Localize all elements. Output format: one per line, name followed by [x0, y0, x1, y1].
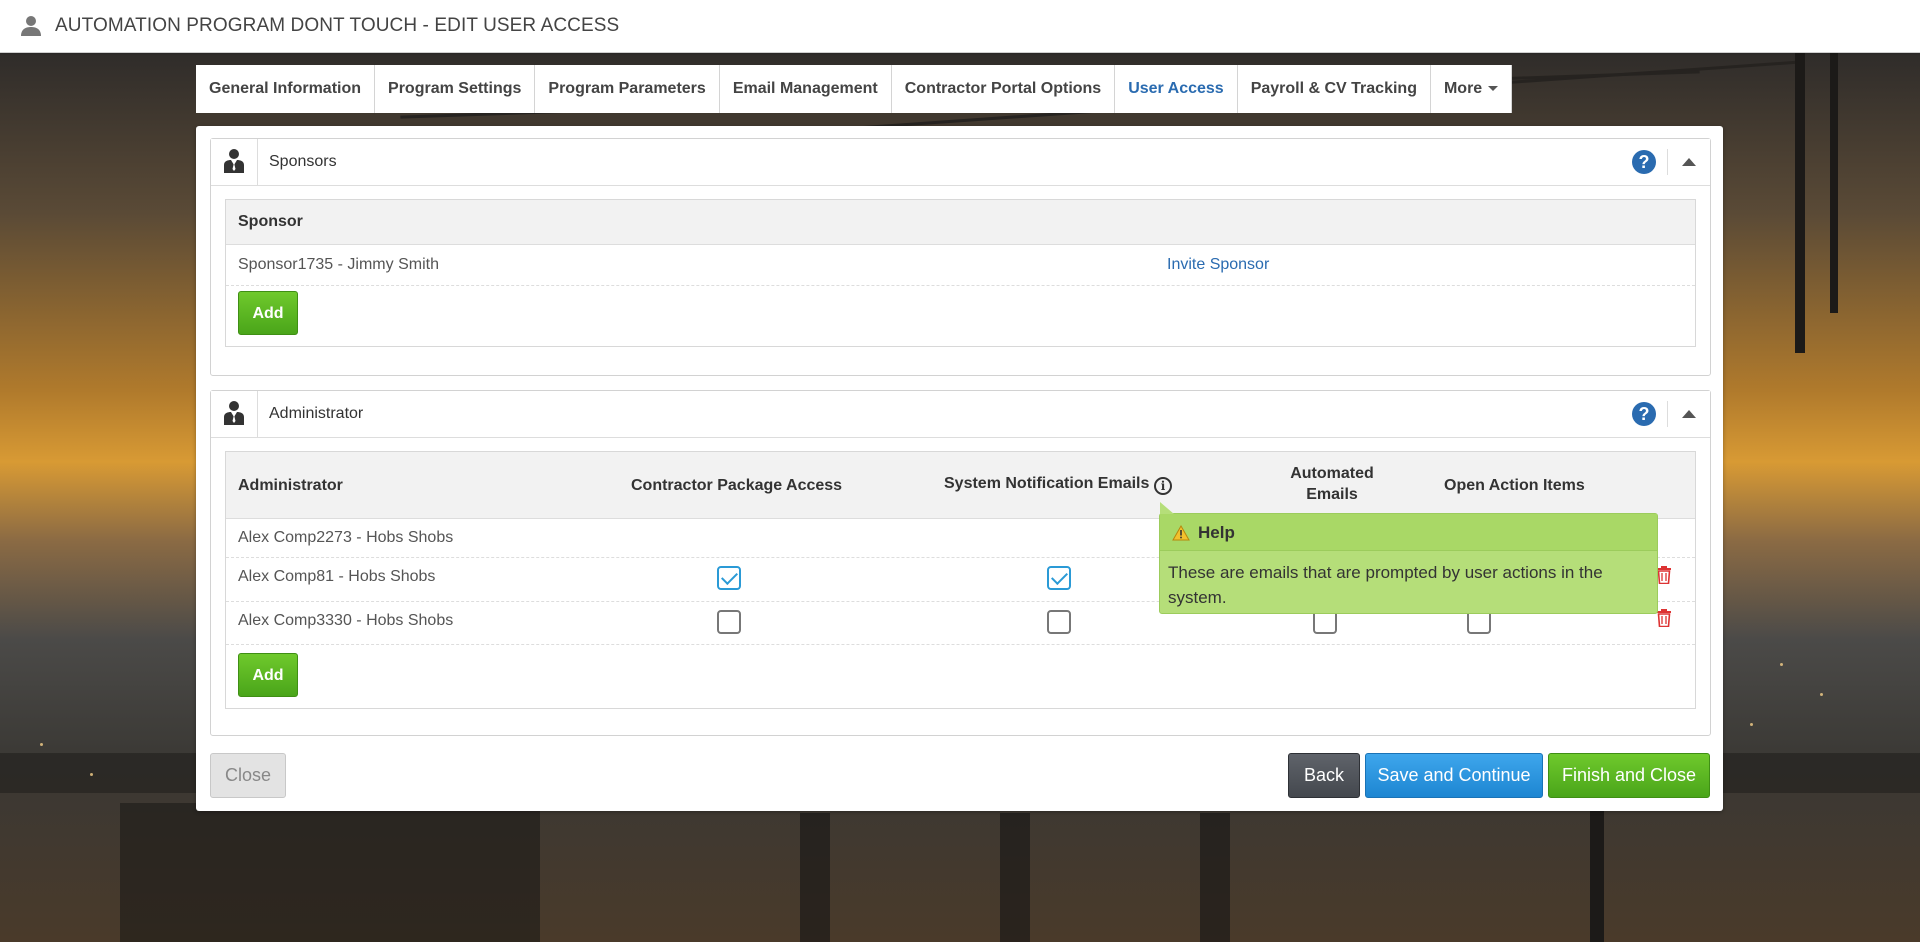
main-card: Sponsors ? Sponsor Sponsor1735 - Jimmy S… — [196, 126, 1723, 811]
tab-more-label: More — [1443, 80, 1483, 97]
tab-program-settings[interactable]: Program Settings — [375, 65, 536, 113]
column-header-sponsor: Sponsor — [238, 213, 303, 230]
sponsors-panel-title: Sponsors — [269, 153, 337, 170]
sponsor-name: Sponsor1735 - Jimmy Smith — [238, 256, 439, 273]
administrator-name: Alex Comp81 - Hobs Shobs — [238, 568, 436, 585]
column-header-open-action-items: Open Action Items — [1444, 477, 1585, 494]
user-icon — [21, 16, 41, 36]
page-title: AUTOMATION PROGRAM DONT TOUCH - EDIT USE… — [55, 15, 620, 36]
administrator-panel-header: Administrator ? — [211, 391, 1710, 438]
add-sponsor-button[interactable]: Add — [238, 291, 298, 335]
table-header: Administrator Contractor Package Access … — [226, 452, 1695, 519]
warning-icon — [1172, 525, 1190, 541]
tab-payroll-cv-tracking[interactable]: Payroll & CV Tracking — [1237, 65, 1431, 113]
trash-icon[interactable] — [1656, 566, 1672, 584]
administrator-panel-title: Administrator — [269, 405, 364, 422]
trash-icon[interactable] — [1656, 609, 1672, 627]
column-header-administrator: Administrator — [238, 477, 343, 494]
administrator-name: Alex Comp2273 - Hobs Shobs — [238, 529, 454, 546]
tab-user-access[interactable]: User Access — [1115, 65, 1238, 113]
column-header-automated-emails: Automated Emails — [1287, 465, 1377, 504]
help-tooltip: Help These are emails that are prompted … — [1159, 502, 1658, 614]
column-header-automated-line1: Automated — [1290, 465, 1374, 482]
finish-and-close-button[interactable]: Finish and Close — [1548, 753, 1710, 798]
caret-down-icon — [1488, 86, 1499, 92]
administrator-name: Alex Comp3330 - Hobs Shobs — [238, 612, 454, 629]
system-notification-emails-checkbox[interactable] — [1047, 610, 1071, 634]
contractor-package-access-checkbox[interactable] — [717, 610, 741, 634]
tab-general-information[interactable]: General Information — [196, 65, 376, 113]
tooltip-body: These are emails that are prompted by us… — [1168, 563, 1603, 607]
info-icon[interactable]: i — [1154, 477, 1172, 495]
top-header: AUTOMATION PROGRAM DONT TOUCH - EDIT USE… — [0, 0, 1920, 53]
tab-program-parameters[interactable]: Program Parameters — [535, 65, 720, 113]
table-header: Sponsor — [226, 200, 1695, 245]
tab-contractor-portal-options[interactable]: Contractor Portal Options — [891, 65, 1116, 113]
divider — [1667, 149, 1668, 175]
column-header-contractor-package-access: Contractor Package Access — [631, 477, 843, 494]
sponsors-table: Sponsor Sponsor1735 - Jimmy Smith Invite… — [225, 199, 1696, 347]
column-header-automated-line2: Emails — [1306, 486, 1358, 503]
tooltip-header: Help — [1160, 514, 1657, 551]
tab-bar: General Information Program Settings Pro… — [196, 65, 1513, 113]
back-button[interactable]: Back — [1288, 753, 1360, 798]
help-icon[interactable]: ? — [1632, 402, 1656, 426]
tab-email-management[interactable]: Email Management — [719, 65, 892, 113]
close-button[interactable]: Close — [210, 753, 286, 798]
invite-sponsor-link[interactable]: Invite Sponsor — [1167, 256, 1269, 274]
column-header-system-notification-emails: System Notification Emails — [944, 475, 1150, 492]
help-icon[interactable]: ? — [1632, 150, 1656, 174]
sponsors-panel: Sponsors ? Sponsor Sponsor1735 - Jimmy S… — [210, 138, 1711, 376]
add-administrator-button[interactable]: Add — [238, 653, 298, 697]
tooltip-title: Help — [1198, 523, 1235, 542]
collapse-icon[interactable] — [1682, 410, 1696, 418]
contractor-package-access-checkbox[interactable] — [717, 566, 741, 590]
system-notification-emails-checkbox[interactable] — [1047, 566, 1071, 590]
divider — [1667, 401, 1668, 427]
person-suit-icon — [224, 391, 258, 437]
collapse-icon[interactable] — [1682, 158, 1696, 166]
tab-more[interactable]: More — [1430, 65, 1513, 113]
table-row: Sponsor1735 - Jimmy Smith Invite Sponsor — [226, 245, 1695, 286]
person-suit-icon — [224, 139, 258, 185]
save-and-continue-button[interactable]: Save and Continue — [1365, 753, 1543, 798]
sponsors-panel-header: Sponsors ? — [211, 139, 1710, 186]
